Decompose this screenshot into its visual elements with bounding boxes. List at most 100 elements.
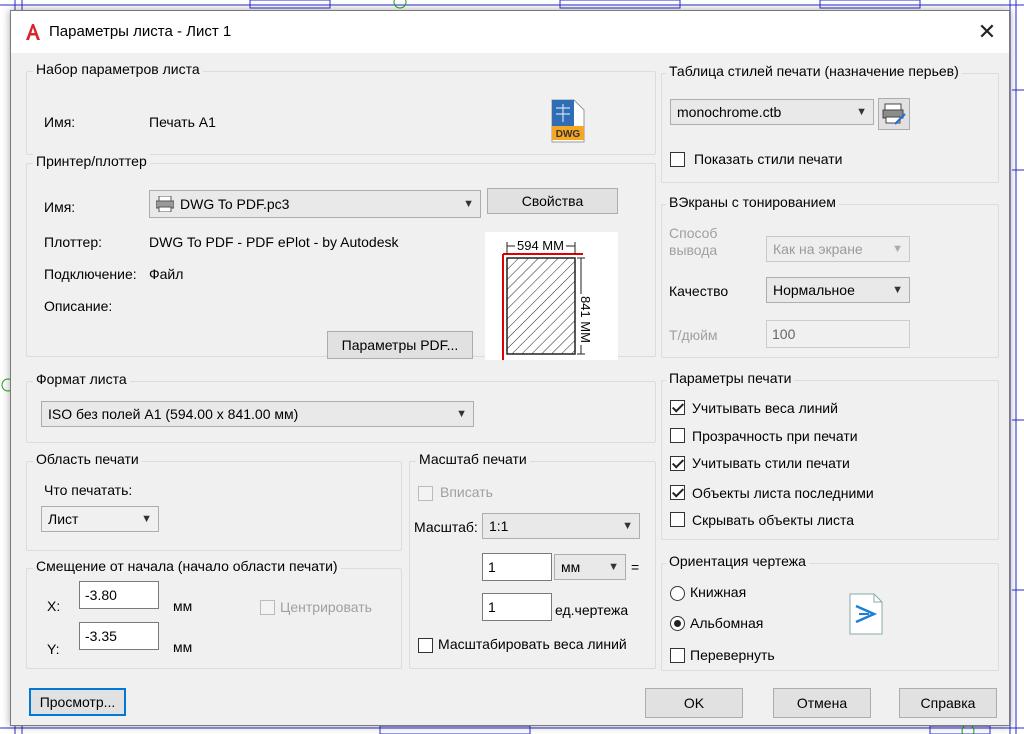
plot-style-select[interactable]: monochrome.ctb ▼: [670, 99, 874, 125]
plot-options-group: Параметры печати Учитывать веса линий Пр…: [661, 370, 999, 540]
dpi-label: Т/дюйм: [669, 327, 718, 343]
landscape-label: Альбомная: [690, 615, 764, 631]
offset-x-label: X:: [47, 598, 61, 614]
portrait-radio[interactable]: [670, 586, 685, 601]
plotter-label: Плоттер:: [44, 234, 102, 250]
edit-plot-style-button[interactable]: [878, 98, 910, 130]
what-to-plot-select[interactable]: Лист ▼: [41, 506, 159, 532]
chevron-down-icon: ▼: [622, 520, 633, 532]
plot-offset-group-title: Смещение от начала (начало области печат…: [33, 558, 341, 574]
center-plot-checkbox[interactable]: [260, 600, 275, 615]
center-plot-label: Центрировать: [280, 599, 372, 615]
upside-down-checkbox[interactable]: [670, 648, 685, 663]
shade-plot-label: Способ вывода: [669, 225, 718, 258]
preview-height-label: 841 ММ: [578, 294, 593, 345]
preview-button[interactable]: Просмотр...: [29, 688, 126, 716]
plot-style-edit-icon: [882, 103, 906, 125]
chevron-down-icon: ▼: [456, 408, 467, 420]
plot-lineweights-label: Учитывать веса линий: [692, 400, 838, 416]
scale-units-select[interactable]: мм ▼: [554, 554, 626, 580]
plotter-value: DWG To PDF - PDF ePlot - by Autodesk: [149, 234, 399, 250]
orientation-landscape-icon: [849, 593, 883, 635]
plot-options-group-title: Параметры печати: [666, 370, 795, 386]
plot-style-table-group: Таблица стилей печати (назначение перьев…: [661, 63, 999, 183]
pdf-options-button[interactable]: Параметры PDF...: [327, 331, 473, 359]
autocad-logo-icon: [23, 22, 43, 42]
chevron-down-icon: ▼: [608, 561, 619, 573]
what-to-plot-label: Что печатать:: [44, 482, 133, 498]
offset-x-input[interactable]: -3.80: [79, 581, 159, 609]
close-button[interactable]: ✕: [971, 17, 1003, 47]
plot-with-styles-checkbox[interactable]: [670, 456, 685, 471]
upside-down-label: Перевернуть: [690, 647, 775, 663]
plot-lineweights-checkbox[interactable]: [670, 400, 685, 415]
scale-units-value: мм: [561, 559, 581, 575]
scale-lineweights-label: Масштабировать веса линий: [438, 636, 627, 652]
plot-transparency-label: Прозрачность при печати: [692, 428, 858, 444]
preview-width-label: 594 ММ: [515, 238, 566, 253]
chevron-down-icon: ▼: [892, 243, 903, 255]
paper-size-group-title: Формат листа: [33, 371, 130, 387]
fit-to-paper-label: Вписать: [440, 484, 493, 500]
where-value: Файл: [149, 266, 184, 282]
close-icon: ✕: [977, 19, 997, 44]
dialog-title: Параметры листа - Лист 1: [49, 23, 232, 40]
plot-style-value: monochrome.ctb: [677, 104, 782, 120]
help-button[interactable]: Справка: [899, 688, 997, 718]
drawing-orientation-group: Ориентация чертежа Книжная Альбомная Пер…: [661, 553, 999, 671]
quality-value: Нормальное: [773, 282, 855, 298]
offset-y-unit: мм: [173, 639, 193, 655]
portrait-label: Книжная: [690, 584, 747, 600]
page-setup-group-title: Набор параметров листа: [33, 61, 203, 77]
plot-with-styles-label: Учитывать стили печати: [692, 455, 850, 471]
hide-paperspace-objects-checkbox[interactable]: [670, 512, 685, 527]
display-plot-styles-checkbox[interactable]: [670, 152, 685, 167]
paper-size-value: ISO без полей A1 (594.00 x 841.00 мм): [48, 406, 299, 422]
plot-transparency-checkbox[interactable]: [670, 428, 685, 443]
scale-lineweights-checkbox[interactable]: [418, 638, 433, 653]
display-plot-styles-label: Показать стили печати: [694, 151, 843, 167]
plot-offset-group: Смещение от начала (начало области печат…: [26, 558, 402, 669]
chevron-down-icon: ▼: [856, 106, 867, 118]
svg-text:DWG: DWG: [556, 129, 581, 140]
quality-label: Качество: [669, 283, 729, 299]
scale-select[interactable]: 1:1 ▼: [482, 513, 640, 539]
printer-name-value: DWG To PDF.pc3: [180, 196, 290, 212]
plot-paperspace-last-checkbox[interactable]: [670, 485, 685, 500]
scale-drawing-units-input[interactable]: 1: [482, 593, 552, 621]
plot-scale-group: Масштаб печати Вписать Масштаб: 1:1 ▼ 1 …: [409, 451, 656, 669]
shade-plot-select[interactable]: Как на экране ▼: [766, 236, 910, 262]
dpi-input[interactable]: 100: [766, 320, 910, 348]
landscape-radio[interactable]: [670, 616, 685, 631]
drawing-units-label: ед.чертежа: [555, 602, 629, 618]
printer-name-select[interactable]: DWG To PDF.pc3 ▼: [149, 190, 481, 218]
page-setup-dialog: Параметры листа - Лист 1 ✕ Набор парамет…: [10, 10, 1010, 726]
printer-name-label: Имя:: [44, 199, 76, 215]
what-to-plot-value: Лист: [48, 511, 79, 527]
paper-preview: 594 ММ 841 ММ: [485, 232, 618, 360]
page-setup-name-label: Имя:: [44, 114, 76, 130]
hide-paperspace-objects-label: Скрывать объекты листа: [692, 512, 854, 528]
offset-y-input[interactable]: -3.35: [79, 622, 159, 650]
ok-button[interactable]: OK: [645, 688, 743, 718]
plot-scale-group-title: Масштаб печати: [416, 451, 530, 467]
printer-plotter-group: Принтер/плоттер Имя: DWG To PDF.pc3 ▼ Св…: [26, 153, 656, 360]
plot-paperspace-last-label: Объекты листа последними: [692, 485, 874, 501]
scale-value: 1:1: [489, 518, 509, 534]
offset-y-label: Y:: [47, 641, 60, 657]
plotter-icon: [156, 196, 174, 212]
title-bar: Параметры листа - Лист 1 ✕: [11, 11, 1009, 53]
printer-properties-button[interactable]: Свойства: [487, 188, 618, 214]
plot-area-group: Область печати Что печатать: Лист ▼: [26, 451, 402, 551]
printer-group-title: Принтер/плоттер: [33, 153, 150, 169]
fit-to-paper-checkbox[interactable]: [418, 486, 433, 501]
quality-select[interactable]: Нормальное ▼: [766, 277, 910, 303]
plot-style-group-title: Таблица стилей печати (назначение перьев…: [666, 63, 962, 79]
paper-size-select[interactable]: ISO без полей A1 (594.00 x 841.00 мм) ▼: [41, 401, 474, 427]
where-label: Подключение:: [44, 266, 137, 282]
plot-area-group-title: Область печати: [33, 451, 142, 467]
orientation-group-title: Ориентация чертежа: [666, 553, 809, 569]
shaded-group-title: ВЭкраны с тонированием: [666, 194, 839, 210]
cancel-button[interactable]: Отмена: [773, 688, 871, 718]
scale-paper-units-input[interactable]: 1: [482, 553, 552, 581]
